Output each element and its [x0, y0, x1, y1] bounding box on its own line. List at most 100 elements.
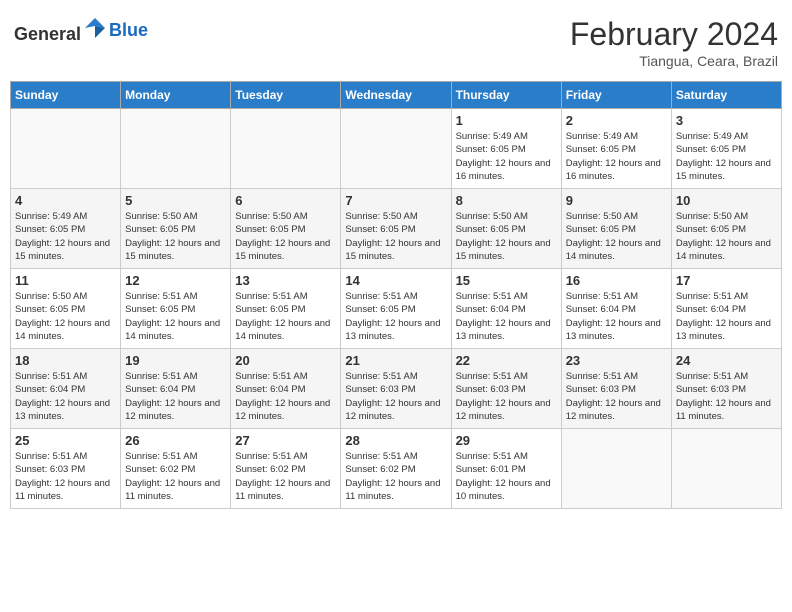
day-info: Sunrise: 5:51 AM Sunset: 6:02 PM Dayligh… — [125, 450, 226, 503]
day-info: Sunrise: 5:51 AM Sunset: 6:04 PM Dayligh… — [125, 370, 226, 423]
calendar-cell: 19 Sunrise: 5:51 AM Sunset: 6:04 PM Dayli… — [121, 349, 231, 429]
calendar-cell: 7Sunrise: 5:50 AM Sunset: 6:05 PM Daylig… — [341, 189, 451, 269]
day-number: 16 — [566, 273, 667, 288]
calendar-cell — [561, 429, 671, 509]
day-number: 29 — [456, 433, 557, 448]
day-number: 2 — [566, 113, 667, 128]
weekday-header-thursday: Thursday — [451, 82, 561, 109]
day-info: Sunrise: 5:50 AM Sunset: 6:05 PM Dayligh… — [235, 210, 336, 263]
calendar-cell: 16 Sunrise: 5:51 AM Sunset: 6:04 PM Dayli… — [561, 269, 671, 349]
day-number: 23 — [566, 353, 667, 368]
calendar-week-row: 4Sunrise: 5:49 AM Sunset: 6:05 PM Daylig… — [11, 189, 782, 269]
calendar-cell: 29 Sunrise: 5:51 AM Sunset: 6:01 PM Dayli… — [451, 429, 561, 509]
calendar-cell: 28 Sunrise: 5:51 AM Sunset: 6:02 PM Dayli… — [341, 429, 451, 509]
day-number: 24 — [676, 353, 777, 368]
calendar-subtitle: Tiangua, Ceara, Brazil — [570, 53, 778, 69]
day-info: Sunrise: 5:50 AM Sunset: 6:05 PM Dayligh… — [15, 290, 116, 343]
calendar-cell: 25 Sunrise: 5:51 AM Sunset: 6:03 PM Dayli… — [11, 429, 121, 509]
calendar-cell: 12Sunrise: 5:51 AM Sunset: 6:05 PM Dayli… — [121, 269, 231, 349]
calendar-cell: 17 Sunrise: 5:51 AM Sunset: 6:04 PM Dayli… — [671, 269, 781, 349]
calendar-cell: 5Sunrise: 5:50 AM Sunset: 6:05 PM Daylig… — [121, 189, 231, 269]
calendar-cell: 24 Sunrise: 5:51 AM Sunset: 6:03 PM Dayli… — [671, 349, 781, 429]
calendar-table: SundayMondayTuesdayWednesdayThursdayFrid… — [10, 81, 782, 509]
day-number: 18 — [15, 353, 116, 368]
day-info: Sunrise: 5:49 AM Sunset: 6:05 PM Dayligh… — [456, 130, 557, 183]
day-number: 17 — [676, 273, 777, 288]
day-number: 28 — [345, 433, 446, 448]
day-info: Sunrise: 5:51 AM Sunset: 6:05 PM Dayligh… — [345, 290, 446, 343]
day-number: 6 — [235, 193, 336, 208]
day-number: 9 — [566, 193, 667, 208]
calendar-cell: 4Sunrise: 5:49 AM Sunset: 6:05 PM Daylig… — [11, 189, 121, 269]
day-number: 25 — [15, 433, 116, 448]
weekday-header-tuesday: Tuesday — [231, 82, 341, 109]
logo: General Blue — [14, 16, 148, 45]
logo-blue: Blue — [109, 20, 148, 41]
calendar-cell — [671, 429, 781, 509]
day-number: 5 — [125, 193, 226, 208]
calendar-cell — [11, 109, 121, 189]
weekday-header-row: SundayMondayTuesdayWednesdayThursdayFrid… — [11, 82, 782, 109]
day-number: 7 — [345, 193, 446, 208]
day-number: 3 — [676, 113, 777, 128]
day-number: 14 — [345, 273, 446, 288]
day-info: Sunrise: 5:49 AM Sunset: 6:05 PM Dayligh… — [566, 130, 667, 183]
weekday-header-friday: Friday — [561, 82, 671, 109]
calendar-cell — [341, 109, 451, 189]
calendar-cell: 15 Sunrise: 5:51 AM Sunset: 6:04 PM Dayli… — [451, 269, 561, 349]
calendar-cell: 13Sunrise: 5:51 AM Sunset: 6:05 PM Dayli… — [231, 269, 341, 349]
day-info: Sunrise: 5:51 AM Sunset: 6:02 PM Dayligh… — [345, 450, 446, 503]
day-info: Sunrise: 5:51 AM Sunset: 6:03 PM Dayligh… — [15, 450, 116, 503]
weekday-header-wednesday: Wednesday — [341, 82, 451, 109]
calendar-cell: 22Sunrise: 5:51 AM Sunset: 6:03 PM Dayli… — [451, 349, 561, 429]
day-info: Sunrise: 5:50 AM Sunset: 6:05 PM Dayligh… — [566, 210, 667, 263]
day-info: Sunrise: 5:49 AM Sunset: 6:05 PM Dayligh… — [15, 210, 116, 263]
calendar-cell: 3 Sunrise: 5:49 AM Sunset: 6:05 PM Daylig… — [671, 109, 781, 189]
calendar-cell: 6 Sunrise: 5:50 AM Sunset: 6:05 PM Daylig… — [231, 189, 341, 269]
calendar-title: February 2024 — [570, 16, 778, 53]
calendar-cell: 11 Sunrise: 5:50 AM Sunset: 6:05 PM Dayli… — [11, 269, 121, 349]
logo-icon — [83, 16, 107, 40]
calendar-week-row: 11 Sunrise: 5:50 AM Sunset: 6:05 PM Dayli… — [11, 269, 782, 349]
day-info: Sunrise: 5:51 AM Sunset: 6:04 PM Dayligh… — [676, 290, 777, 343]
calendar-cell: 2 Sunrise: 5:49 AM Sunset: 6:05 PM Daylig… — [561, 109, 671, 189]
day-info: Sunrise: 5:51 AM Sunset: 6:03 PM Dayligh… — [456, 370, 557, 423]
day-info: Sunrise: 5:51 AM Sunset: 6:04 PM Dayligh… — [235, 370, 336, 423]
weekday-header-monday: Monday — [121, 82, 231, 109]
day-number: 20 — [235, 353, 336, 368]
day-number: 26 — [125, 433, 226, 448]
weekday-header-sunday: Sunday — [11, 82, 121, 109]
day-info: Sunrise: 5:51 AM Sunset: 6:03 PM Dayligh… — [676, 370, 777, 423]
logo-text: General — [14, 16, 107, 45]
day-number: 15 — [456, 273, 557, 288]
calendar-cell: 8Sunrise: 5:50 AM Sunset: 6:05 PM Daylig… — [451, 189, 561, 269]
day-number: 10 — [676, 193, 777, 208]
day-info: Sunrise: 5:51 AM Sunset: 6:04 PM Dayligh… — [456, 290, 557, 343]
calendar-week-row: 1 Sunrise: 5:49 AM Sunset: 6:05 PM Daylig… — [11, 109, 782, 189]
day-number: 11 — [15, 273, 116, 288]
day-info: Sunrise: 5:51 AM Sunset: 6:03 PM Dayligh… — [345, 370, 446, 423]
day-number: 1 — [456, 113, 557, 128]
day-info: Sunrise: 5:51 AM Sunset: 6:02 PM Dayligh… — [235, 450, 336, 503]
day-info: Sunrise: 5:51 AM Sunset: 6:04 PM Dayligh… — [566, 290, 667, 343]
calendar-cell: 23Sunrise: 5:51 AM Sunset: 6:03 PM Dayli… — [561, 349, 671, 429]
day-info: Sunrise: 5:51 AM Sunset: 6:05 PM Dayligh… — [235, 290, 336, 343]
day-number: 21 — [345, 353, 446, 368]
calendar-cell: 14 Sunrise: 5:51 AM Sunset: 6:05 PM Dayli… — [341, 269, 451, 349]
calendar-cell: 10 Sunrise: 5:50 AM Sunset: 6:05 PM Dayli… — [671, 189, 781, 269]
calendar-cell — [231, 109, 341, 189]
day-number: 8 — [456, 193, 557, 208]
calendar-cell: 21 Sunrise: 5:51 AM Sunset: 6:03 PM Dayli… — [341, 349, 451, 429]
day-number: 19 — [125, 353, 226, 368]
day-info: Sunrise: 5:51 AM Sunset: 6:05 PM Dayligh… — [125, 290, 226, 343]
calendar-week-row: 18 Sunrise: 5:51 AM Sunset: 6:04 PM Dayli… — [11, 349, 782, 429]
day-info: Sunrise: 5:50 AM Sunset: 6:05 PM Dayligh… — [676, 210, 777, 263]
calendar-cell — [121, 109, 231, 189]
calendar-cell: 20 Sunrise: 5:51 AM Sunset: 6:04 PM Dayli… — [231, 349, 341, 429]
weekday-header-saturday: Saturday — [671, 82, 781, 109]
logo-general: General — [14, 24, 81, 44]
day-info: Sunrise: 5:51 AM Sunset: 6:01 PM Dayligh… — [456, 450, 557, 503]
day-number: 27 — [235, 433, 336, 448]
day-info: Sunrise: 5:49 AM Sunset: 6:05 PM Dayligh… — [676, 130, 777, 183]
calendar-week-row: 25 Sunrise: 5:51 AM Sunset: 6:03 PM Dayli… — [11, 429, 782, 509]
